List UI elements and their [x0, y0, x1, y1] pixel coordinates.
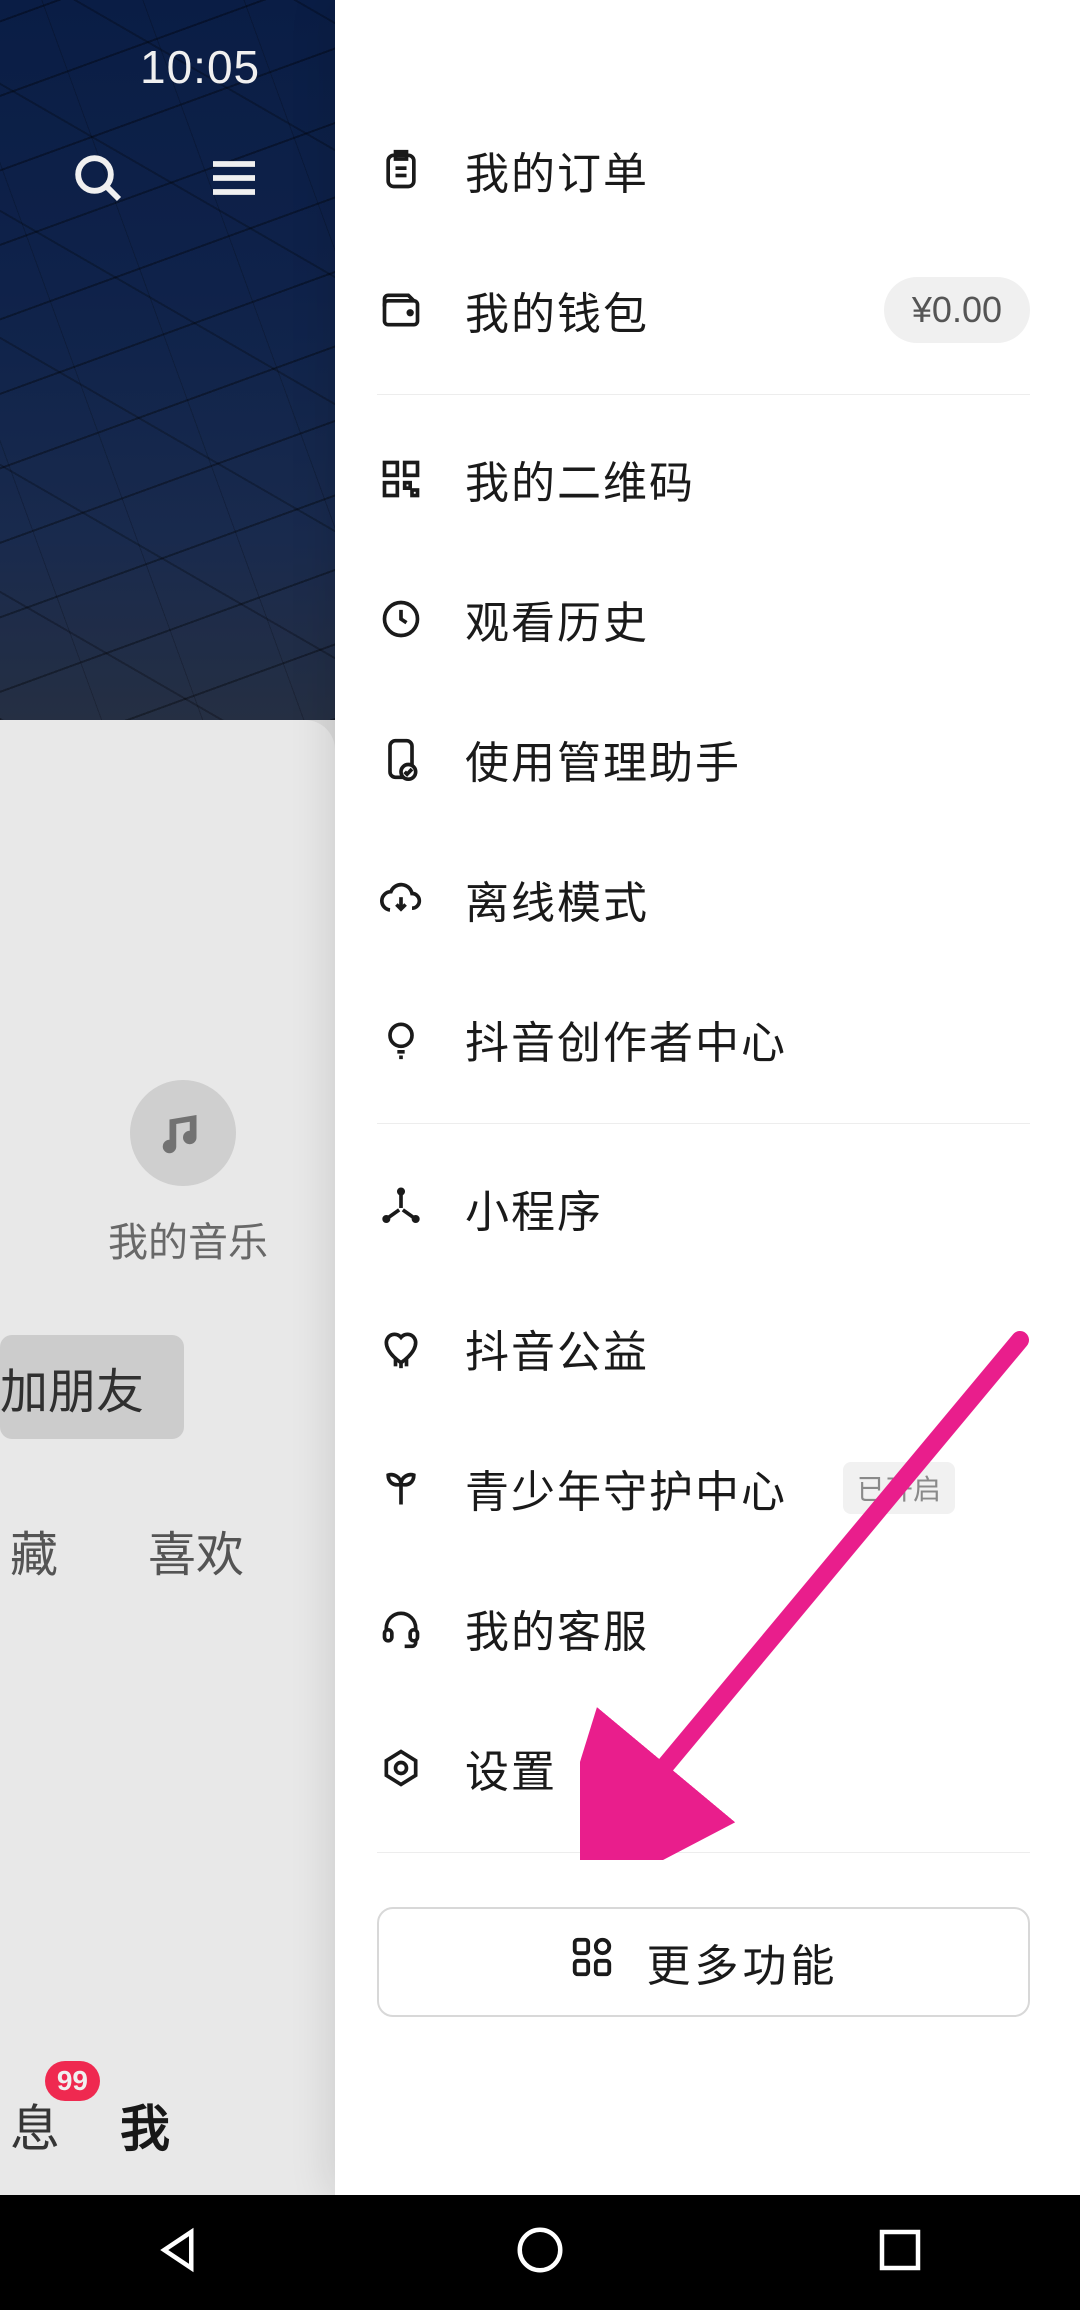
wallet-balance: ¥0.00 [884, 277, 1030, 343]
headset-icon [377, 1604, 425, 1652]
settings-icon [377, 1744, 425, 1792]
menu-label: 抖音创作者中心 [465, 1007, 787, 1071]
menu-label: 使用管理助手 [465, 727, 741, 791]
menu-label: 设置 [465, 1736, 557, 1800]
menu-label: 观看历史 [465, 587, 649, 651]
more-features-button[interactable]: 更多功能 [377, 1907, 1030, 2017]
wallet-icon [377, 286, 425, 334]
menu-label: 离线模式 [465, 867, 649, 931]
menu-label: 我的二维码 [465, 447, 695, 511]
phone-check-icon [377, 735, 425, 783]
menu-label: 我的客服 [465, 1596, 649, 1660]
menu-item-orders[interactable]: 我的订单 [377, 100, 1030, 240]
divider [377, 1123, 1030, 1124]
menu-item-settings[interactable]: 设置 [377, 1698, 1030, 1838]
menu-label: 小程序 [465, 1176, 603, 1240]
divider [377, 1852, 1030, 1853]
menu-item-assistant[interactable]: 使用管理助手 [377, 689, 1030, 829]
divider [377, 394, 1030, 395]
nav-recent-icon[interactable] [873, 2223, 927, 2282]
menu-item-creator-center[interactable]: 抖音创作者中心 [377, 969, 1030, 1109]
heart-icon [377, 1324, 425, 1372]
menu-label: 我的钱包 [465, 278, 649, 342]
menu-item-charity[interactable]: 抖音公益 [377, 1278, 1030, 1418]
youth-mode-status-tag: 已开启 [843, 1462, 955, 1514]
menu-item-offline[interactable]: 离线模式 [377, 829, 1030, 969]
menu-label: 抖音公益 [465, 1316, 649, 1380]
qrcode-icon [377, 455, 425, 503]
sprout-icon [377, 1464, 425, 1512]
menu-label: 我的订单 [465, 138, 649, 202]
grid-icon [569, 1934, 615, 1991]
more-features-label: 更多功能 [647, 1930, 839, 1994]
cloud-download-icon [377, 875, 425, 923]
android-nav-bar [0, 2195, 1080, 2310]
menu-label: 青少年守护中心 [465, 1456, 787, 1520]
menu-item-qrcode[interactable]: 我的二维码 [377, 409, 1030, 549]
menu-item-wallet[interactable]: 我的钱包 ¥0.00 [377, 240, 1030, 380]
clock-icon [377, 595, 425, 643]
menu-item-youth-mode[interactable]: 青少年守护中心 已开启 [377, 1418, 1030, 1558]
nav-home-icon[interactable] [513, 2223, 567, 2282]
miniapp-icon [377, 1184, 425, 1232]
lightbulb-icon [377, 1015, 425, 1063]
menu-item-miniapps[interactable]: 小程序 [377, 1138, 1030, 1278]
side-drawer: 我的订单 我的钱包 ¥0.00 我的二维码 观看历史 使 [335, 0, 1080, 2195]
nav-back-icon[interactable] [153, 2223, 207, 2282]
menu-item-history[interactable]: 观看历史 [377, 549, 1030, 689]
clipboard-icon [377, 146, 425, 194]
menu-item-customer-service[interactable]: 我的客服 [377, 1558, 1030, 1698]
